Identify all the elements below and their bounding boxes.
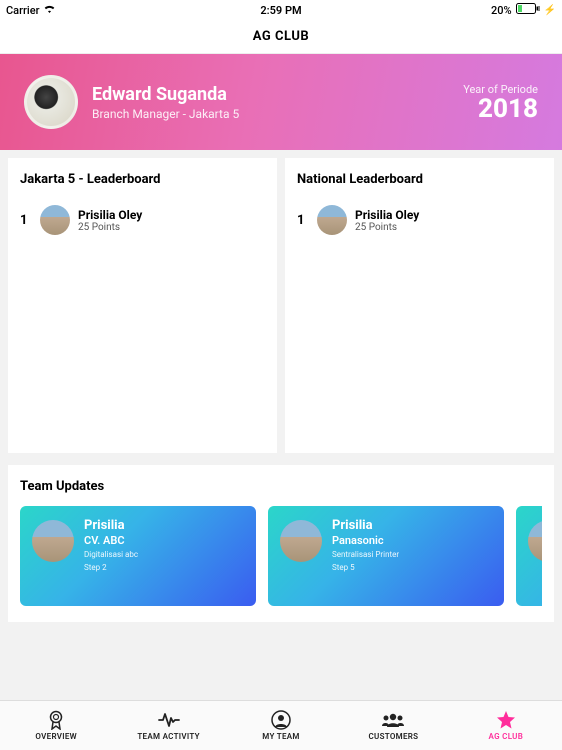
carrier-label: Carrier [6,4,39,17]
update-step: Step 2 [84,563,138,572]
status-bar: Carrier 2:59 PM 20% ⚡ [0,0,562,20]
profile-avatar [24,75,78,129]
tab-my-team[interactable]: MY TEAM [225,701,337,750]
leaderboard-title: Jakarta 5 - Leaderboard [20,172,265,187]
update-step: Step 5 [332,563,399,572]
tab-label: CUSTOMERS [368,732,418,741]
leaderboard-entry[interactable]: 1 Prisilia Oley 25 Points [20,205,265,235]
battery-label: 20% [491,4,512,17]
entry-name: Prisilia Oley [355,208,419,222]
update-avatar [280,520,322,562]
leaderboard-entry[interactable]: 1 Prisilia Oley 25 Points [297,205,542,235]
tab-label: OVERVIEW [35,732,77,741]
update-company: Panasonic [332,534,399,547]
update-avatar [32,520,74,562]
tab-label: TEAM ACTIVITY [137,732,200,741]
rank-number: 1 [297,213,309,228]
leaderboards-row: Jakarta 5 - Leaderboard 1 Prisilia Oley … [0,150,562,461]
tab-customers[interactable]: CUSTOMERS [337,701,449,750]
profile-role: Branch Manager - Jakarta 5 [92,107,463,121]
profile-header: Edward Suganda Branch Manager - Jakarta … [0,54,562,150]
tab-ag-club[interactable]: AG CLUB [450,701,562,750]
update-name: Prisilia [332,518,399,533]
year-label: Year of Periode [463,83,538,96]
update-detail: Sentralisasi Printer [332,550,399,560]
tab-overview[interactable]: OVERVIEW [0,701,112,750]
entry-points: 25 Points [355,222,419,233]
activity-icon [158,710,180,730]
local-leaderboard[interactable]: Jakarta 5 - Leaderboard 1 Prisilia Oley … [8,158,277,453]
entry-name: Prisilia Oley [78,208,142,222]
tab-bar: OVERVIEW TEAM ACTIVITY MY TEAM CUSTOMERS… [0,700,562,750]
team-updates-title: Team Updates [20,479,542,494]
battery-icon [516,3,540,17]
rank-number: 1 [20,213,32,228]
update-name: Prisilia [84,518,138,533]
tab-label: AG CLUB [489,732,524,741]
person-circle-icon [271,710,291,730]
update-card[interactable]: Prisilia Panasonic Sentralisasi Printer … [268,506,504,606]
update-company: CV. ABC [84,534,138,547]
update-card[interactable]: Prisilia CV. ABC Digitalisasi abc Step 2 [20,506,256,606]
entry-avatar [317,205,347,235]
team-updates-row[interactable]: Prisilia CV. ABC Digitalisasi abc Step 2… [20,506,542,606]
tab-team-activity[interactable]: TEAM ACTIVITY [112,701,224,750]
national-leaderboard[interactable]: National Leaderboard 1 Prisilia Oley 25 … [285,158,554,453]
charging-icon: ⚡ [544,5,556,16]
update-card[interactable] [516,506,542,606]
update-avatar [528,520,542,562]
wifi-icon [43,4,56,17]
year-value: 2018 [463,96,538,122]
team-updates-section: Team Updates Prisilia CV. ABC Digitalisa… [8,465,554,622]
leaderboard-title: National Leaderboard [297,172,542,187]
time-label: 2:59 PM [260,4,301,17]
star-icon [496,710,516,730]
update-detail: Digitalisasi abc [84,550,138,560]
entry-points: 25 Points [78,222,142,233]
ribbon-icon [47,710,65,730]
entry-avatar [40,205,70,235]
tab-label: MY TEAM [262,732,299,741]
page-title: AG CLUB [0,20,562,54]
profile-name: Edward Suganda [92,84,463,105]
people-icon [381,710,405,730]
